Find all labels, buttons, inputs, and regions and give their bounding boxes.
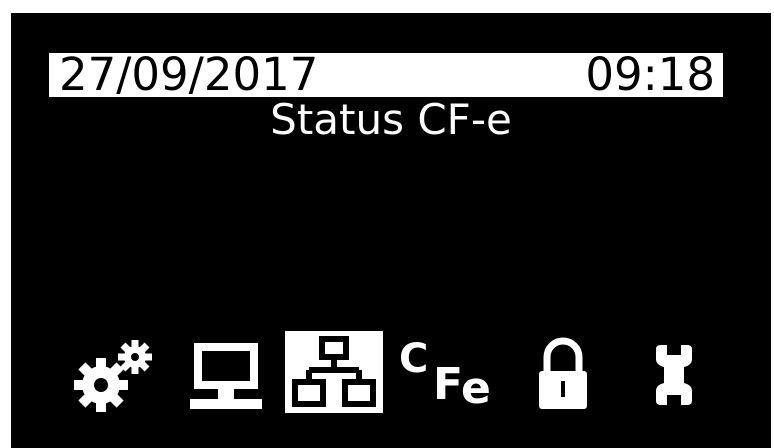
cfe-glyph-c: C xyxy=(399,336,429,382)
menu-item-settings[interactable] xyxy=(69,335,157,415)
cfe-glyph-e: e xyxy=(461,363,491,414)
lock-icon xyxy=(539,337,587,409)
wrench-icon xyxy=(656,345,692,405)
menu-item-cfe[interactable]: C F e xyxy=(395,335,497,415)
network-icon xyxy=(292,336,376,407)
time-display: 09:18 xyxy=(585,48,715,101)
screen-title: Status CF-e xyxy=(270,95,512,144)
cfe-icon: C F e xyxy=(395,335,497,415)
menu-item-network[interactable] xyxy=(285,331,383,413)
cfe-glyph-f: F xyxy=(433,359,464,410)
menu-item-tools[interactable] xyxy=(634,335,714,415)
device-screen: 27/09/2017 09:18 Status CF-e C F e xyxy=(11,13,771,448)
menu-item-lock[interactable] xyxy=(519,335,607,415)
header-bar: 27/09/2017 09:18 xyxy=(49,49,723,101)
gears-icon xyxy=(74,340,152,412)
computer-terminal-icon xyxy=(190,343,262,409)
menu-item-terminal[interactable] xyxy=(182,335,270,415)
date-display: 27/09/2017 xyxy=(59,48,319,101)
